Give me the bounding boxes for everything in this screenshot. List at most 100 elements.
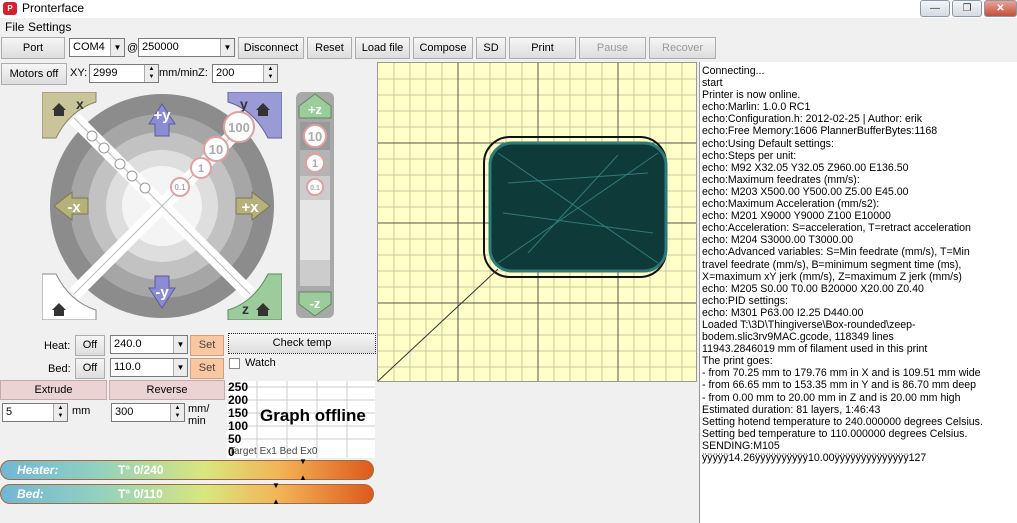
spin-arrows-icon[interactable]: ▲ ▼	[144, 65, 158, 82]
heat-set-button[interactable]: Set	[190, 335, 224, 356]
log-line: echo: M203 X500.00 Y500.00 Z5.00 E45.00	[702, 185, 909, 198]
disconnect-button[interactable]: Disconnect	[238, 37, 304, 59]
z-minus-label: -z	[310, 296, 321, 311]
check-temp-button[interactable]: Check temp	[228, 333, 376, 354]
bed-label: Bed:	[48, 363, 71, 375]
log-line: echo:Configuration.h: 2012-02-25 | Autho…	[702, 113, 923, 126]
target-marker-icon: ▼	[272, 481, 280, 490]
log-line: echo:Advanced variables: S=Min feedrate …	[702, 246, 970, 259]
extrude-length-unit: mm	[72, 405, 91, 417]
minus-y-label: -y	[155, 284, 169, 301]
bed-gauge: Bed: T° 0/110 ▼ ▲	[0, 481, 374, 506]
baud-select[interactable]: 250000 ▼	[138, 38, 235, 57]
extrude-length-input[interactable]: 5 ▲ ▼	[2, 403, 68, 422]
z-feed-input[interactable]: 200 ▲ ▼	[212, 64, 278, 83]
z-step-1-down[interactable]	[300, 286, 330, 290]
log-console[interactable]: Connecting... start Printer is now online.…	[699, 62, 1017, 523]
port-value: COM4	[73, 41, 105, 53]
port-button[interactable]: Port	[1, 37, 65, 59]
log-line: echo:Using Default settings:	[702, 137, 834, 150]
build-plate-preview[interactable]	[377, 62, 697, 382]
log-line: echo: M204 S3000.00 T3000.00	[702, 234, 854, 247]
graph-legend: Target Ex1 Bed Ex0	[229, 446, 318, 457]
baud-value: 250000	[142, 41, 179, 53]
bed-set-button[interactable]: Set	[190, 358, 224, 379]
heat-temp-value: 240.0	[114, 338, 142, 350]
xy-jog-control[interactable]: +y -y -x +x x y z 100 10 1 0.1	[42, 92, 282, 320]
print-button[interactable]: Print	[509, 37, 576, 59]
bed-gauge-value: T° 0/110	[118, 487, 163, 501]
heat-temp-select[interactable]: 240.0 ▼	[110, 335, 188, 354]
xy-feed-input[interactable]: 2999 ▲ ▼	[89, 64, 159, 83]
extrude-button[interactable]: Extrude	[0, 380, 107, 400]
plus-x-label: +x	[241, 199, 259, 216]
step-1-label: 1	[198, 163, 204, 175]
sd-button[interactable]: SD	[476, 37, 506, 59]
maximize-button[interactable]: ❐	[952, 0, 982, 17]
at-label: @	[127, 42, 139, 54]
z-01-label: 0.1	[310, 185, 320, 192]
reset-button[interactable]: Reset	[307, 37, 352, 59]
chevron-down-icon: ▼	[173, 336, 187, 353]
z-10-label: 10	[308, 129, 322, 144]
reverse-button[interactable]: Reverse	[109, 380, 225, 400]
recover-button[interactable]: Recover	[649, 37, 716, 59]
menu-file[interactable]: File	[5, 20, 24, 34]
extrude-length-value: 5	[6, 406, 13, 418]
load-file-button[interactable]: Load file	[355, 37, 410, 59]
menu-settings[interactable]: Settings	[28, 20, 71, 34]
extrude-speed-value: 300	[115, 406, 134, 418]
z-jog-control[interactable]: +z 10 1 0.1 -z	[296, 92, 334, 318]
extrude-speed-input[interactable]: 300 ▲ ▼	[111, 403, 185, 422]
bed-off-button[interactable]: Off	[75, 358, 105, 379]
z-center-upper	[300, 200, 330, 230]
log-line: Estimated duration: 81 layers, 1:46:43	[702, 403, 881, 416]
home-y-label: y	[240, 96, 248, 112]
target-marker-icon: ▲	[299, 473, 307, 482]
bed-gauge-label: Bed:	[17, 487, 44, 501]
log-line: echo:Free Memory:1606 PlannerBufferBytes…	[702, 125, 938, 138]
z-step-01-down[interactable]	[300, 260, 330, 286]
watch-label: Watch	[245, 357, 276, 369]
port-select[interactable]: COM4 ▼	[69, 38, 125, 57]
menu-bar: File Settings	[0, 18, 1017, 36]
travel-move-line	[377, 268, 499, 382]
heat-label: Heat:	[44, 340, 71, 352]
step-dot	[98, 142, 110, 154]
spin-arrows-icon[interactable]: ▲ ▼	[263, 65, 277, 82]
log-line: Loaded T:\3D\Thingiverse\Box-rounded\zee…	[702, 318, 916, 331]
log-line: echo:Steps per unit:	[702, 149, 797, 162]
spin-arrows-icon[interactable]: ▲ ▼	[53, 404, 67, 421]
compose-button[interactable]: Compose	[413, 37, 473, 59]
log-line: SENDING:M105	[702, 439, 780, 452]
log-line: Setting hotend temperature to 240.000000…	[702, 415, 983, 428]
log-line: echo: M92 X32.05 Y32.05 Z960.00 E136.50	[702, 161, 909, 174]
log-line: echo:Maximum feedrates (mm/s):	[702, 173, 860, 186]
bed-temp-value: 110.0	[114, 361, 141, 373]
pause-button[interactable]: Pause	[579, 37, 646, 59]
chevron-down-icon: ▼	[173, 359, 187, 376]
step-100-label: 100	[228, 120, 250, 135]
log-line: echo:PID settings:	[702, 294, 788, 307]
app-icon: P	[3, 2, 17, 15]
spin-arrows-icon[interactable]: ▲ ▼	[170, 404, 184, 421]
z-feed-label: Z:	[198, 67, 208, 79]
xy-feed-unit: mm/min	[159, 67, 199, 79]
log-line: start	[702, 77, 723, 90]
step-dot	[139, 182, 151, 194]
extrude-speed-unit: mm/ min	[188, 403, 210, 427]
step-dot	[114, 158, 126, 170]
motors-off-button[interactable]: Motors off	[1, 63, 67, 85]
bed-temp-select[interactable]: 110.0 ▼	[110, 358, 188, 377]
step-dot	[86, 130, 98, 142]
print-toolpath	[488, 141, 668, 273]
build-plate-canvas	[377, 63, 696, 382]
watch-checkbox[interactable]	[229, 358, 240, 369]
heater-gauge-label: Heater:	[17, 463, 59, 477]
chevron-down-icon: ▼	[110, 39, 124, 56]
close-button[interactable]: ✕	[984, 0, 1017, 17]
plus-y-label: +y	[153, 107, 171, 124]
minimize-button[interactable]: —	[920, 0, 950, 17]
z-1-label: 1	[312, 158, 318, 170]
heat-off-button[interactable]: Off	[75, 335, 105, 356]
